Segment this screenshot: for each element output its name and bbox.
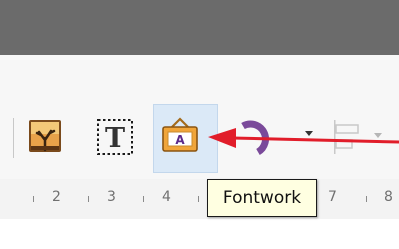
- chevron-down-icon: [374, 133, 382, 138]
- text-box-icon[interactable]: T: [96, 118, 134, 156]
- ruler-tick: [88, 196, 89, 202]
- toolbar-separator: [13, 118, 14, 158]
- ruler-tick: [366, 196, 367, 202]
- ruler-number: 2: [52, 189, 61, 205]
- ruler-tick: [143, 196, 144, 202]
- ruler-number: 3: [107, 189, 116, 205]
- tooltip-text: Fontwork: [222, 188, 302, 208]
- ruler-number: 4: [162, 189, 171, 205]
- align-icon: [330, 118, 366, 156]
- ruler-number: 7: [328, 189, 337, 205]
- text-box-glyph: T: [105, 123, 125, 154]
- toolbar-spacer: [0, 55, 399, 97]
- document-area: [0, 219, 399, 249]
- ruler-number: 8: [384, 189, 393, 205]
- image-icon[interactable]: [28, 119, 62, 153]
- ruler-tick: [33, 196, 34, 202]
- fontwork-glyph: A: [175, 133, 185, 147]
- shape-icon[interactable]: [238, 118, 274, 156]
- ruler-tick: [198, 196, 199, 202]
- fontwork-icon: A: [160, 116, 200, 154]
- window-titlebar: [0, 0, 399, 55]
- fontwork-tooltip: Fontwork: [207, 179, 317, 217]
- chevron-down-icon[interactable]: [305, 131, 313, 136]
